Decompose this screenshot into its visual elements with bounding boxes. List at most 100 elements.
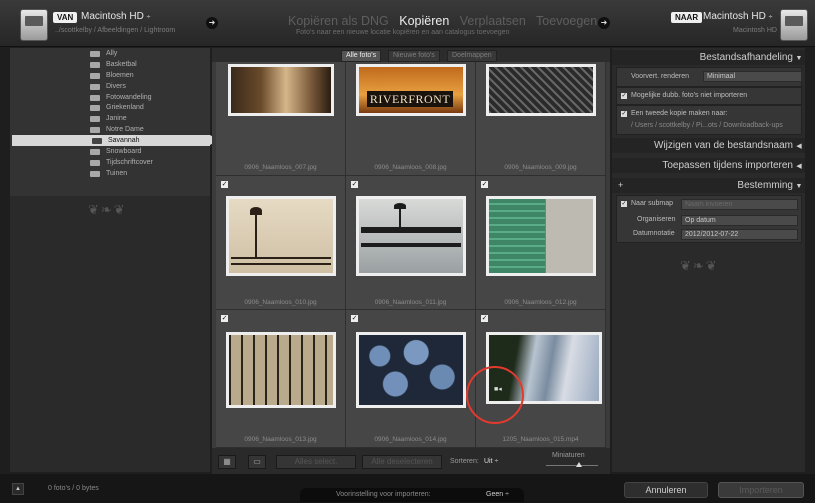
folder-item[interactable]: Basketbal	[10, 59, 210, 70]
include-checkbox[interactable]: ✓	[221, 315, 228, 322]
photo-filename: 0906_Naamloos_012.jpg	[504, 299, 577, 306]
mode-copy[interactable]: Kopiëren	[399, 14, 449, 28]
folder-item[interactable]: Divers	[10, 81, 210, 92]
folder-icon	[90, 72, 100, 79]
destination-header[interactable]: + Bestemming ▼	[612, 178, 805, 193]
tab-destination-folders[interactable]: Doelmappen	[447, 50, 497, 62]
folder-item-selected[interactable]: Savannah	[12, 135, 218, 147]
subfolder-checkbox[interactable]: ✓	[621, 201, 627, 207]
photo-cell[interactable]: ✓ 0906_Naamloos_014.jpg	[346, 310, 476, 448]
riverfront-sign: RIVERFRONT	[367, 91, 453, 107]
photo-filename: 0906_Naamloos_009.jpg	[504, 164, 577, 171]
tab-new-photos[interactable]: Nieuwe foto's	[388, 50, 440, 62]
mode-copy-dng[interactable]: Kopiëren als DNG	[288, 14, 389, 28]
folder-icon	[90, 94, 100, 101]
folder-item[interactable]: Griekenland	[10, 102, 210, 113]
folder-item[interactable]: Fotowandeling	[10, 92, 210, 103]
cancel-button[interactable]: Annuleren	[624, 482, 708, 498]
photo-cell[interactable]: ✓ 0906_Naamloos_013.jpg	[216, 310, 346, 448]
photo-cell[interactable]: 0906_Naamloos_009.jpg	[476, 62, 606, 176]
destination-box: ✓ Naar submap Naam invoeren Organiseren …	[616, 195, 802, 243]
folder-item[interactable]: Tijdschriftcover	[10, 157, 210, 168]
folder-item[interactable]: Bloemen	[10, 70, 210, 81]
subfolder-label: Naar submap	[631, 200, 674, 207]
photo-cell[interactable]: ✓ 0906_Naamloos_011.jpg	[346, 176, 476, 310]
second-copy-checkbox[interactable]: ✓	[621, 111, 627, 117]
destination-badge: NAAR	[671, 12, 703, 23]
photo-cell[interactable]: ✓ 0906_Naamloos_010.jpg	[216, 176, 346, 310]
mode-description: Foto's naar een nieuwe locatie kopiëren …	[296, 29, 510, 36]
hard-drive-icon[interactable]	[780, 9, 808, 41]
folder-icon	[90, 159, 100, 166]
include-checkbox[interactable]: ✓	[351, 315, 358, 322]
second-copy-label: Een tweede kopie maken naar:	[631, 110, 728, 117]
source-drive-name[interactable]: Macintosh HD ÷	[81, 11, 150, 22]
folder-icon	[90, 61, 100, 68]
photo-filename: 0906_Naamloos_011.jpg	[374, 299, 447, 306]
organize-select[interactable]: Op datum	[681, 215, 798, 226]
folder-item[interactable]: Ally	[10, 48, 210, 59]
apply-header[interactable]: Toepassen tijdens importeren ◀	[612, 158, 805, 173]
photo-thumbnail	[486, 64, 596, 116]
destination-sub: Macintosh HD	[733, 27, 777, 34]
photo-cell[interactable]: 0906_Naamloos_007.jpg	[216, 62, 346, 176]
preview-select[interactable]: Minimaal	[703, 71, 802, 82]
filter-bar: Alle foto's Nieuwe foto's Doelmappen	[212, 48, 610, 62]
import-header: VAN Macintosh HD ÷ ../scottkelby / Afbee…	[0, 0, 815, 47]
folder-item[interactable]: Snowboard	[10, 146, 210, 157]
selection-count: 0 foto's / 0 bytes	[48, 485, 99, 492]
loupe-view-icon[interactable]: ▭	[248, 455, 266, 469]
mode-move[interactable]: Verplaatsen	[460, 14, 526, 28]
grid-view-icon[interactable]: ▦	[218, 455, 236, 469]
photo-filename: 0906_Naamloos_014.jpg	[374, 436, 447, 443]
arrow-right-icon: ➜	[206, 17, 218, 29]
subfolder-input[interactable]: Naam invoeren	[681, 199, 798, 210]
preview-label: Voorvert. renderen	[631, 73, 689, 80]
second-copy-path[interactable]: / Users / scottkelby / Pi...ots / Downlo…	[631, 122, 783, 129]
add-icon[interactable]: +	[618, 178, 623, 193]
photo-thumbnail	[356, 196, 466, 276]
preset-select[interactable]: Geen ÷	[486, 491, 509, 498]
tab-all-photos[interactable]: Alle foto's	[341, 50, 382, 62]
dupes-checkbox[interactable]: ✓	[621, 93, 627, 99]
folder-icon	[90, 116, 100, 123]
folder-item[interactable]: Janine	[10, 113, 210, 124]
include-checkbox[interactable]: ✓	[481, 315, 488, 322]
date-format-label: Datumnotatie	[633, 230, 675, 237]
include-checkbox[interactable]: ✓	[481, 181, 488, 188]
photo-filename: 0906_Naamloos_007.jpg	[244, 164, 317, 171]
dupes-label: Mogelijke dubb. foto's niet importeren	[631, 92, 748, 99]
date-format-select[interactable]: 2012/2012-07-22	[681, 229, 798, 240]
photo-cell[interactable]: ✓ 0906_Naamloos_012.jpg	[476, 176, 606, 310]
include-checkbox[interactable]: ✓	[221, 181, 228, 188]
arrow-right-icon: ➜	[598, 17, 610, 29]
organize-label: Organiseren	[637, 216, 676, 223]
thumbnail-size-slider[interactable]	[546, 465, 598, 466]
folder-icon	[90, 127, 100, 134]
photo-thumbnail	[486, 196, 596, 276]
thumbnails-label: Miniaturen	[552, 452, 585, 459]
folder-item[interactable]: Notre Dame	[10, 124, 210, 135]
photo-filename: 0906_Naamloos_008.jpg	[374, 164, 447, 171]
photo-thumbnail	[356, 332, 466, 408]
mode-add[interactable]: Toevoegen	[536, 14, 597, 28]
folder-icon	[90, 83, 100, 90]
deselect-all-button[interactable]: Alle deselecteren	[362, 455, 442, 469]
slider-handle[interactable]	[576, 462, 582, 467]
import-button[interactable]: Importeren	[718, 482, 804, 498]
import-mode-selector: Kopiëren als DNG Kopiëren Verplaatsen To…	[288, 14, 604, 28]
file-handling-header[interactable]: Bestandsafhandeling ▼	[612, 50, 805, 65]
include-checkbox[interactable]: ✓	[351, 181, 358, 188]
hard-drive-icon[interactable]	[20, 9, 48, 41]
select-all-button[interactable]: Alles select.	[276, 455, 356, 469]
folder-icon	[92, 138, 102, 145]
photo-thumbnail	[226, 196, 336, 276]
expand-icon[interactable]: ▲	[12, 483, 24, 495]
sort-select[interactable]: Uit ÷	[484, 458, 498, 465]
folder-tree: Ally Basketbal Bloemen Divers Fotowandel…	[10, 48, 218, 196]
rename-header[interactable]: Wijzigen van de bestandsnaam ◀	[612, 138, 805, 153]
photo-thumbnail: RIVERFRONT	[356, 64, 466, 116]
photo-cell[interactable]: RIVERFRONT 0906_Naamloos_008.jpg	[346, 62, 476, 176]
folder-item[interactable]: Tuinen	[10, 168, 210, 179]
destination-drive-name[interactable]: Macintosh HD ÷	[703, 11, 772, 22]
